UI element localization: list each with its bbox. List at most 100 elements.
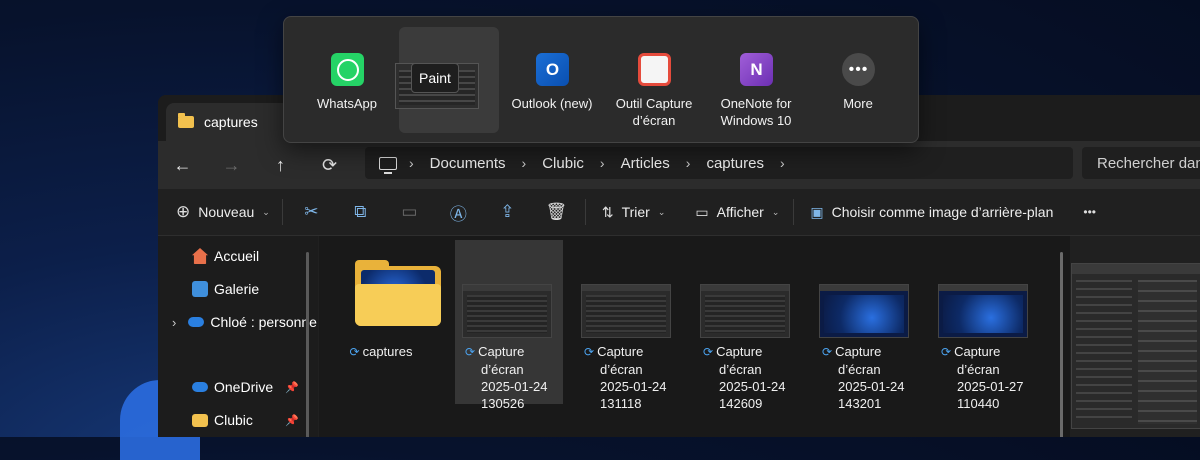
scissors-icon: ✂ <box>304 202 319 221</box>
view-button[interactable]: ▭ Afficher ⌄ <box>695 189 779 235</box>
sidebar-item-accueil[interactable]: Accueil <box>192 248 259 264</box>
back-button[interactable]: ← <box>158 147 207 183</box>
pin-icon[interactable]: 📌 <box>285 414 299 427</box>
file-name-line: d’écran <box>957 362 1000 377</box>
file-list: ⟳ captures ⟳ Capture d’écran 2025-01-24 13… <box>319 236 1070 437</box>
whatsapp-icon <box>331 53 364 86</box>
app-name: WhatsApp <box>317 96 377 111</box>
breadcrumb-clubic[interactable]: Clubic <box>542 155 584 172</box>
app-name: Outil Capture d’écran <box>615 96 693 128</box>
snipping-tool-icon <box>638 53 671 86</box>
file-name-line: Capture <box>716 344 763 359</box>
pin-icon[interactable]: 📌 <box>285 381 299 394</box>
share-app-paint[interactable]: Paint <box>395 27 499 133</box>
share-app-onenote[interactable]: N OneNote for Windows 10 <box>706 27 806 133</box>
sync-icon: ⟳ <box>822 345 833 359</box>
copy-icon: ⧉ <box>354 202 367 221</box>
file-name: captures <box>362 344 413 359</box>
file-name-line: 2025-01-24 <box>481 379 548 394</box>
share-button[interactable]: ⇪ <box>483 189 532 235</box>
sidebar-scrollbar[interactable] <box>306 252 309 437</box>
sync-icon: ⟳ <box>584 345 595 359</box>
sidebar-item-onedrive[interactable]: OneDrive <box>192 379 273 395</box>
file-name-line: d’écran <box>719 362 762 377</box>
sync-icon: ⟳ <box>703 345 714 359</box>
sidebar-item-label: Galerie <box>214 281 260 297</box>
file-name-line: 2025-01-27 <box>957 379 1024 394</box>
file-name-line: d’écran <box>600 362 643 377</box>
plus-circle-icon: ⊕ <box>176 202 191 221</box>
breadcrumb-articles[interactable]: Articles <box>621 155 670 172</box>
folder-icon <box>178 113 194 128</box>
onedrive-icon <box>192 382 208 392</box>
sort-icon: ⇅ <box>601 203 614 220</box>
chevron-right-icon[interactable]: › <box>172 315 176 330</box>
file-name-line: 131118 <box>600 396 642 411</box>
sidebar-item-label: OneDrive <box>214 379 274 395</box>
up-button[interactable]: ↑ <box>256 147 305 183</box>
image-thumbnail <box>462 284 552 338</box>
chevron-right-icon: › <box>599 155 605 171</box>
file-item-capture-131118[interactable]: ⟳ Capture d’écran 2025-01-24 131118 <box>574 240 682 411</box>
file-name-line: Capture <box>835 344 882 359</box>
sync-icon: ⟳ <box>349 345 360 359</box>
home-icon <box>192 248 208 264</box>
cut-button[interactable]: ✂ <box>287 189 336 235</box>
address-bar[interactable]: › Documents › Clubic › Articles › captur… <box>365 147 1073 179</box>
share-more-button[interactable]: ••• More <box>808 27 908 133</box>
sidebar-item-label: Clubic <box>214 412 253 428</box>
file-item-captures-folder[interactable]: ⟳ captures <box>327 240 441 404</box>
share-app-outlook[interactable]: O Outlook (new) <box>502 27 602 133</box>
onedrive-icon <box>188 317 205 327</box>
outlook-icon: O <box>536 53 569 86</box>
sort-button[interactable]: ⇅ Trier ⌄ <box>602 189 666 235</box>
tab-title: captures <box>204 114 258 130</box>
file-name-line: Capture <box>954 344 1001 359</box>
folder-icon <box>192 413 208 427</box>
forward-button[interactable]: → <box>207 147 256 183</box>
navigation-pane: Accueil Galerie › Chloé : personne OneDr… <box>158 236 318 437</box>
set-wallpaper-button[interactable]: ▣ Choisir comme image d’arrière-plan <box>810 189 1053 235</box>
new-label: Nouveau <box>198 204 255 220</box>
command-bar: ⊕ Nouveau ⌄ ✂ ⧉ ▭ Ⓐ ⇪ 🗑 ⇅ Trier ⌄ ▭ Affi… <box>158 189 1200 236</box>
file-item-capture-110440[interactable]: ⟳ Capture d’écran 2025-01-27 110440 <box>931 240 1039 411</box>
computer-icon <box>379 156 397 174</box>
content-scrollbar[interactable] <box>1060 252 1063 437</box>
tooltip: Paint <box>411 63 459 93</box>
file-item-capture-143201[interactable]: ⟳ Capture d’écran 2025-01-24 143201 <box>812 240 920 411</box>
more-icon: ••• <box>842 53 875 86</box>
sidebar-item-galerie[interactable]: Galerie <box>192 281 259 297</box>
onenote-icon: N <box>740 53 773 86</box>
sidebar-item-label: Chloé : personne <box>210 314 317 330</box>
file-explorer-window: captures ← → ↑ ⟳ › Documents › Clubic › … <box>158 95 1200 437</box>
breadcrumb-captures[interactable]: captures <box>706 155 764 172</box>
file-name-line: 143201 <box>838 396 882 411</box>
image-thumbnail <box>819 284 909 338</box>
clipboard-icon: ▭ <box>401 202 418 221</box>
search-input[interactable]: Rechercher dans <box>1082 147 1200 179</box>
share-icon: ⇪ <box>500 202 515 221</box>
chevron-right-icon: › <box>685 155 691 171</box>
file-item-capture-142609[interactable]: ⟳ Capture d’écran 2025-01-24 142609 <box>693 240 801 411</box>
copy-button[interactable]: ⧉ <box>336 189 385 235</box>
sidebar-item-clubic[interactable]: Clubic <box>192 412 253 428</box>
sidebar-item-label: Accueil <box>214 248 260 264</box>
rename-button[interactable]: Ⓐ <box>434 189 483 235</box>
paste-button[interactable]: ▭ <box>385 189 434 235</box>
breadcrumb-documents[interactable]: Documents <box>430 155 506 172</box>
share-app-whatsapp[interactable]: WhatsApp <box>297 27 397 133</box>
app-name: Outlook (new) <box>511 96 593 111</box>
tab-captures[interactable]: captures <box>166 103 290 141</box>
refresh-button[interactable]: ⟳ <box>305 147 354 183</box>
new-button[interactable]: ⊕ Nouveau ⌄ <box>176 189 270 235</box>
share-app-snipping-tool[interactable]: Outil Capture d’écran <box>604 27 704 133</box>
wallpaper-label: Choisir comme image d’arrière-plan <box>831 204 1054 220</box>
sidebar-item-onedrive-personal[interactable]: › Chloé : personne <box>172 314 317 330</box>
chevron-down-icon: ⌄ <box>657 206 666 217</box>
file-item-capture-130526[interactable]: ⟳ Capture d’écran 2025-01-24 130526 <box>455 240 563 411</box>
delete-button[interactable]: 🗑 <box>532 189 581 235</box>
chevron-down-icon: ⌄ <box>262 206 270 217</box>
file-name-line: d’écran <box>838 362 881 377</box>
chevron-right-icon: › <box>409 155 414 171</box>
more-options-button[interactable]: ••• <box>1083 189 1096 235</box>
